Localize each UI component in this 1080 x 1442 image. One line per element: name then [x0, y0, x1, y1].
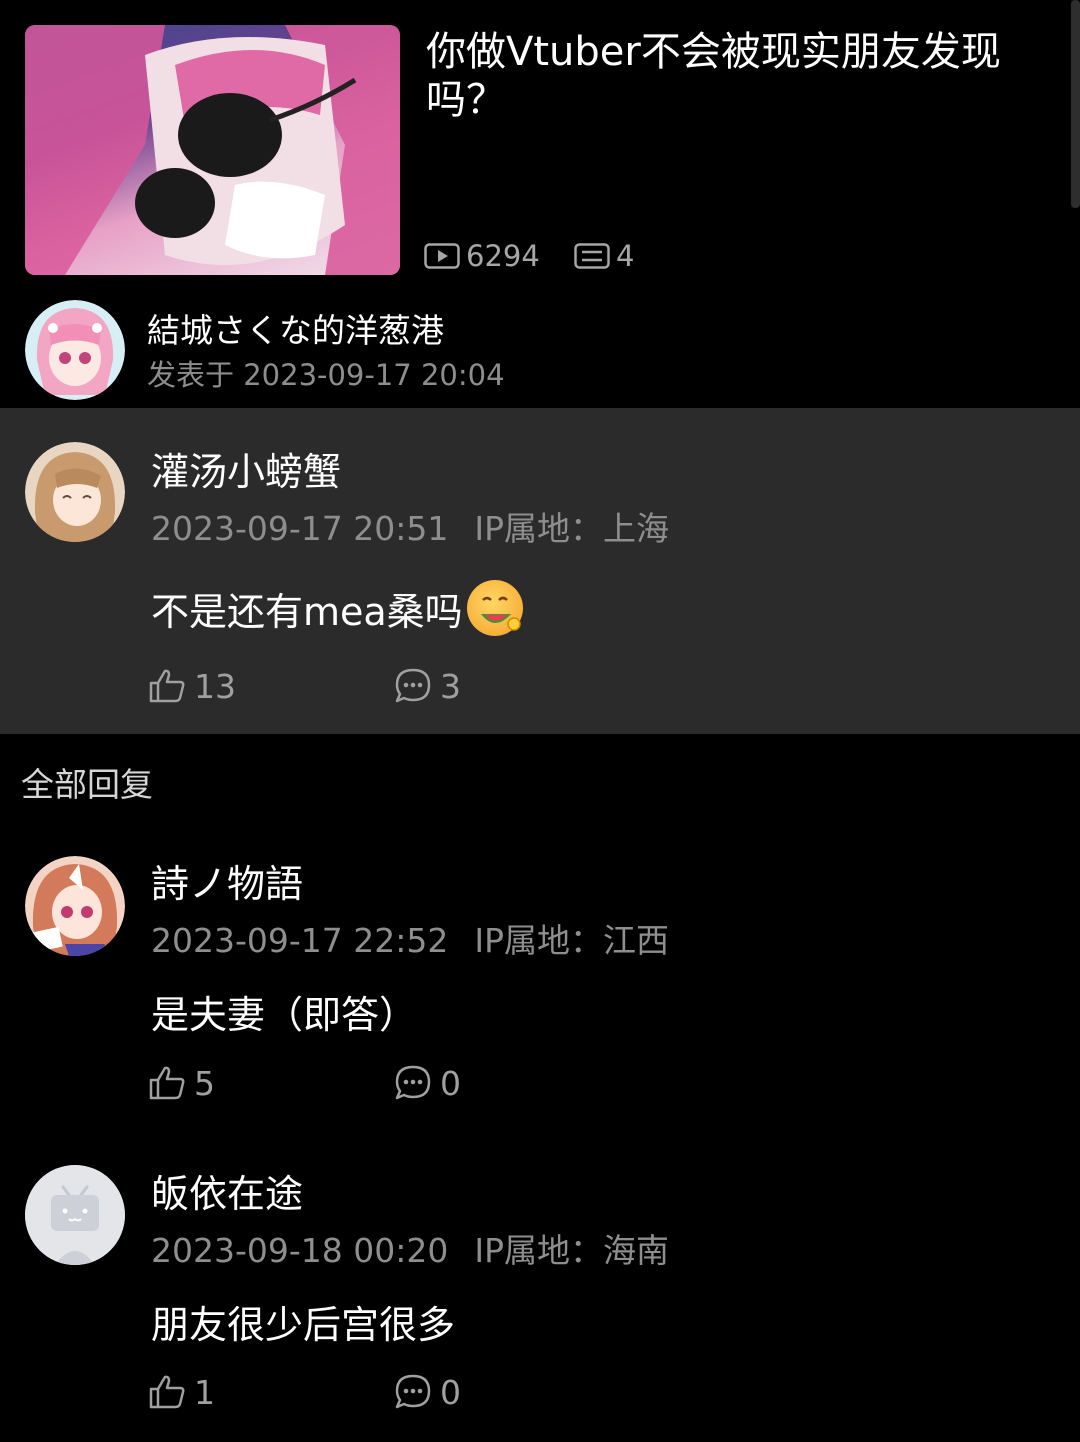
post-author[interactable]: 結城さくな的洋葱港 发表于 2023-09-17 20:04 — [0, 290, 1080, 408]
reply-time: 2023-09-17 22:52 — [151, 921, 449, 960]
post-card[interactable]: 你做Vtuber不会被现实朋友发现吗？ 6294 4 — [0, 0, 1080, 290]
reply-button[interactable]: 3 — [394, 667, 461, 706]
reply-count: 0 — [440, 1063, 461, 1103]
commenter-name[interactable]: 灌汤小螃蟹 — [151, 441, 341, 496]
all-replies-header: 全部回复 — [21, 765, 153, 804]
author-post-time: 发表于 2023-09-17 20:04 — [147, 358, 505, 392]
comment-actions: 13 3 — [148, 666, 461, 706]
reply-author-name[interactable]: 詩ノ物語 — [151, 853, 303, 908]
chat-bubble-icon — [395, 1065, 431, 1100]
comment-text[interactable]: 不是还有mea桑吗 — [151, 580, 523, 636]
comment-time: 2023-09-17 20:51 — [151, 509, 449, 548]
thumbs-up-icon — [149, 1375, 185, 1409]
reply-avatar[interactable] — [25, 856, 125, 956]
default-tv-avatar-icon — [25, 1165, 125, 1265]
comment-meta: 2023-09-17 20:51 IP属地：上海 — [151, 502, 669, 550]
play-icon — [424, 243, 460, 269]
reply-avatar-default[interactable] — [25, 1165, 125, 1265]
commenter-avatar[interactable] — [25, 442, 125, 542]
main-comment[interactable]: 灌汤小螃蟹 2023-09-17 20:51 IP属地：上海 不是还有mea桑吗 … — [0, 408, 1080, 734]
post-title[interactable]: 你做Vtuber不会被现实朋友发现吗？ — [426, 28, 1046, 124]
reply-count: 0 — [440, 1372, 461, 1412]
chat-bubble-icon — [395, 1374, 431, 1409]
like-count: 13 — [194, 666, 236, 706]
thumbs-up-icon — [149, 1066, 185, 1100]
reply-meta: 2023-09-18 00:20 IP属地：海南 — [151, 1224, 669, 1272]
reply-ip: IP属地：海南 — [474, 1231, 670, 1270]
reply-actions: 1 0 — [148, 1372, 461, 1412]
like-button[interactable]: 5 — [148, 1064, 394, 1103]
reply-item[interactable]: 詩ノ物語 2023-09-17 22:52 IP属地：江西 是夫妻（即答） 5 0 — [0, 820, 1080, 1120]
reply-button[interactable]: 0 — [394, 1064, 461, 1103]
comment-text-content: 不是还有mea桑吗 — [151, 589, 463, 634]
reply-count: 3 — [440, 666, 461, 706]
reply-actions: 5 0 — [148, 1063, 461, 1103]
reply-author-name[interactable]: 皈依在途 — [151, 1163, 303, 1218]
views-count: 6294 — [466, 239, 540, 273]
reply-text[interactable]: 朋友很少后宫很多 — [151, 1294, 455, 1349]
comments-stat: 4 — [574, 239, 634, 273]
comments-count: 4 — [616, 239, 635, 273]
like-count: 5 — [194, 1063, 215, 1103]
views-stat: 6294 — [424, 239, 574, 273]
comment-list-icon — [574, 243, 610, 269]
post-thumbnail[interactable] — [25, 25, 400, 275]
like-button[interactable]: 1 — [148, 1373, 394, 1412]
like-count: 1 — [194, 1372, 215, 1412]
eating-watermelon-emoji-icon — [466, 580, 523, 636]
reply-meta: 2023-09-17 22:52 IP属地：江西 — [151, 914, 669, 962]
thumbnail-art-icon — [25, 25, 400, 275]
comment-ip: IP属地：上海 — [474, 509, 670, 548]
author-avatar[interactable] — [25, 300, 125, 400]
like-button[interactable]: 13 — [148, 667, 394, 706]
reply-item[interactable]: 皈依在途 2023-09-18 00:20 IP属地：海南 朋友很少后宫很多 1 … — [0, 1130, 1080, 1430]
reply-text[interactable]: 是夫妻（即答） — [151, 984, 417, 1039]
author-name[interactable]: 結城さくな的洋葱港 — [147, 304, 444, 352]
reply-ip: IP属地：江西 — [474, 921, 670, 960]
reply-time: 2023-09-18 00:20 — [151, 1231, 449, 1270]
thumbs-up-icon — [149, 669, 185, 703]
reply-button[interactable]: 0 — [394, 1373, 461, 1412]
chat-bubble-icon — [395, 668, 431, 703]
post-stats: 6294 4 — [424, 236, 634, 276]
